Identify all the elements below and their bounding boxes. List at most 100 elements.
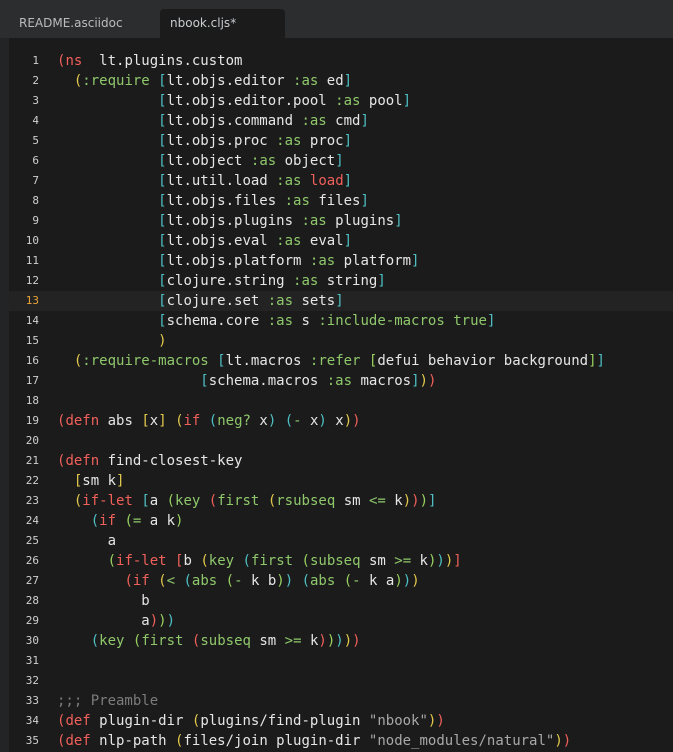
code-text[interactable]: [lt.objs.proc :as proc] <box>57 131 352 151</box>
code-line[interactable]: 3 [lt.objs.editor.pool :as pool] <box>9 91 673 111</box>
code-line[interactable]: 5 [lt.objs.proc :as proc] <box>9 131 673 151</box>
line-number: 10 <box>25 234 39 247</box>
code-line[interactable]: 24 (if (= a k) <box>9 511 673 531</box>
code-line[interactable]: 11 [lt.objs.platform :as platform] <box>9 251 673 271</box>
code-line[interactable]: 10 [lt.objs.eval :as eval] <box>9 231 673 251</box>
code-token: nlp-path <box>90 733 176 749</box>
code-token: ( <box>208 413 218 429</box>
code-text[interactable]: ;;; Preamble <box>57 691 158 711</box>
code-line[interactable]: 20 <box>9 431 673 451</box>
code-text[interactable]: [lt.objs.platform :as platform] <box>57 251 419 271</box>
code-token: ( <box>301 573 310 589</box>
code-text[interactable]: (def nlp-path (files/join plugin-dir "no… <box>57 731 571 751</box>
code-text[interactable]: (key (first (subseq sm >= k))))) <box>57 631 361 651</box>
code-line[interactable]: 12 [clojure.string :as string] <box>9 271 673 291</box>
code-line[interactable]: 21 (defn find-closest-key <box>9 451 673 471</box>
line-number: 25 <box>25 534 39 547</box>
code-token: k <box>385 493 403 509</box>
code-text[interactable]: [lt.objs.eval :as eval] <box>57 231 352 251</box>
code-text[interactable]: [lt.objs.editor.pool :as pool] <box>57 91 411 111</box>
code-token: ) <box>318 413 327 429</box>
line-number: 8 <box>32 194 39 207</box>
code-text[interactable]: (if (= a k) <box>57 511 184 531</box>
code-line[interactable]: 30 (key (first (subseq sm >= k))))) <box>9 631 673 651</box>
code-token: subseq <box>309 553 361 569</box>
code-line[interactable]: 23 (if-let [a (key (first (rsubseq sm <=… <box>9 491 673 511</box>
line-number: 7 <box>32 174 39 187</box>
code-line[interactable]: 27 (if (< (abs (- k b)) (abs (- k a))) <box>9 571 673 591</box>
code-text[interactable]: [clojure.string :as string] <box>57 271 386 291</box>
code-line[interactable]: 7 [lt.util.load :as load] <box>9 171 673 191</box>
code-text[interactable]: (defn find-closest-key <box>57 451 242 471</box>
code-line[interactable]: 15 ) <box>9 331 673 351</box>
code-text[interactable]: [lt.object :as object] <box>57 151 343 171</box>
code-line[interactable]: 29 a))) <box>9 611 673 631</box>
code-text[interactable]: [lt.objs.command :as cmd] <box>57 111 369 131</box>
code-token: rsubseq <box>276 493 336 509</box>
code-line[interactable]: 9 [lt.objs.plugins :as plugins] <box>9 211 673 231</box>
code-line[interactable]: 18 <box>9 391 673 411</box>
code-line[interactable]: 4 [lt.objs.command :as cmd] <box>9 111 673 131</box>
code-text[interactable]: (if-let [b (key (first (subseq sm >= k))… <box>57 551 462 571</box>
code-text[interactable]: (if (< (abs (- k b)) (abs (- k a))) <box>57 571 419 591</box>
code-token: ( <box>200 553 209 569</box>
code-line[interactable]: 32 <box>9 671 673 691</box>
code-text[interactable]: (if-let [a (key (first (rsubseq sm <= k)… <box>57 491 437 511</box>
code-text[interactable]: (def plugin-dir (plugins/find-plugin "nb… <box>57 711 445 731</box>
code-token: key <box>175 493 201 509</box>
code-line[interactable]: 8 [lt.objs.files :as files] <box>9 191 673 211</box>
code-text[interactable]: [schema.macros :as macros])) <box>57 371 436 391</box>
code-token: [ <box>158 233 167 249</box>
code-text[interactable]: b <box>57 591 150 611</box>
code-text[interactable]: a <box>57 531 116 551</box>
code-token: a <box>57 613 150 629</box>
tab-readme[interactable]: README.asciidoc <box>9 9 159 38</box>
code-line[interactable]: 19 (defn abs [x] (if (neg? x) (- x) x)) <box>9 411 673 431</box>
code-text[interactable]: [lt.objs.files :as files] <box>57 191 369 211</box>
code-line[interactable]: 26 (if-let [b (key (first (subseq sm >= … <box>9 551 673 571</box>
code-line[interactable]: 22 [sm k] <box>9 471 673 491</box>
code-line[interactable]: 6 [lt.object :as object] <box>9 151 673 171</box>
code-line[interactable]: 2 (:require [lt.objs.editor :as ed] <box>9 71 673 91</box>
code-text[interactable]: [clojure.set :as sets] <box>57 291 343 311</box>
code-token: ( <box>90 513 100 529</box>
code-line[interactable]: 13 [clojure.set :as sets] <box>9 291 673 311</box>
code-line[interactable]: 28 b <box>9 591 673 611</box>
line-number: 35 <box>25 734 39 747</box>
code-token: ( <box>343 573 353 589</box>
code-line[interactable]: 1 (ns lt.plugins.custom <box>9 51 673 71</box>
line-number: 14 <box>25 314 39 327</box>
code-line[interactable]: 16 (:require-macros [lt.macros :refer [d… <box>9 351 673 371</box>
code-text[interactable]: (defn abs [x] (if (neg? x) (- x) x)) <box>57 411 361 431</box>
code-area[interactable]: 1 (ns lt.plugins.custom 2 (:require [lt.ob… <box>9 51 673 751</box>
code-line[interactable]: 33 ;;; Preamble <box>9 691 673 711</box>
code-text[interactable]: (ns lt.plugins.custom <box>57 51 242 71</box>
code-text[interactable]: [schema.core :as s :include-macros true] <box>57 311 495 331</box>
code-token: ] <box>343 133 353 149</box>
code-line[interactable]: 35 (def nlp-path (files/join plugin-dir "… <box>9 731 673 751</box>
code-line[interactable]: 17 [schema.macros :as macros])) <box>9 371 673 391</box>
code-line[interactable]: 25 a <box>9 531 673 551</box>
code-text[interactable]: a))) <box>57 611 175 631</box>
code-text[interactable]: [lt.objs.plugins :as plugins] <box>57 211 402 231</box>
code-editor[interactable]: 1 (ns lt.plugins.custom 2 (:require [lt.ob… <box>9 38 673 752</box>
code-text[interactable]: (:require [lt.objs.editor :as ed] <box>57 71 352 91</box>
code-text[interactable]: [lt.util.load :as load] <box>57 171 352 191</box>
code-token: ( <box>158 573 167 589</box>
code-token: ) <box>335 633 344 649</box>
code-line[interactable]: 31 <box>9 651 673 671</box>
code-line[interactable]: 14 [schema.core :as s :include-macros tr… <box>9 311 673 331</box>
code-text[interactable]: ) <box>57 331 166 351</box>
code-token: if <box>132 573 150 589</box>
code-token: b <box>57 593 150 609</box>
code-text[interactable]: (:require-macros [lt.macros :refer [defu… <box>57 351 605 371</box>
tab-nbook[interactable]: nbook.cljs* <box>160 9 285 38</box>
code-line[interactable]: 34 (def plugin-dir (plugins/find-plugin "… <box>9 711 673 731</box>
code-text[interactable]: [sm k] <box>57 471 125 491</box>
